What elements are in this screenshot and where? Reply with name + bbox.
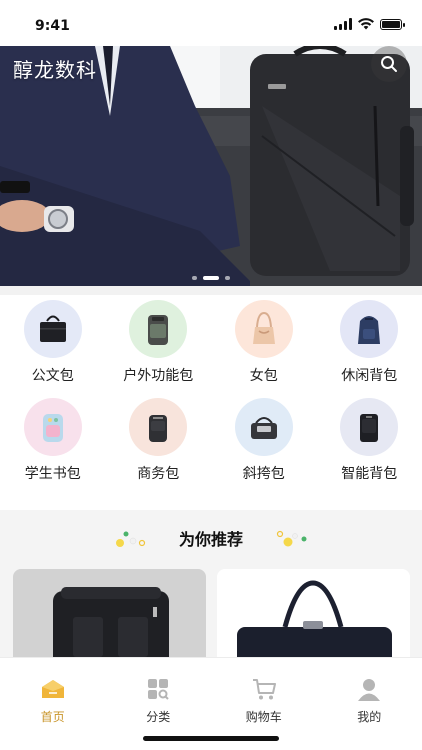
tab-label: 购物车 (245, 710, 282, 724)
banner-carousel[interactable]: 醇龙数科 (0, 46, 422, 286)
handbag-icon (234, 300, 293, 358)
casual-backpack-icon (340, 300, 399, 358)
carousel-dot[interactable] (192, 276, 197, 280)
brand-title: 醇龙数科 (13, 58, 97, 82)
briefcase-icon (23, 300, 82, 358)
tab-category[interactable]: 分类 (106, 676, 212, 725)
category-casual[interactable]: 休闲背包 (317, 300, 422, 386)
wifi-icon (358, 18, 374, 30)
category-label: 公文包 (31, 368, 74, 384)
category-crossbody[interactable]: 斜挎包 (211, 398, 317, 484)
school-bag-icon (23, 398, 82, 456)
tab-label: 首页 (40, 710, 65, 724)
category-smart[interactable]: 智能背包 (317, 398, 422, 484)
status-time: 9:41 (35, 18, 70, 34)
status-icons (334, 18, 405, 30)
recommend-title: 为你推荐 (178, 530, 243, 549)
cart-icon (251, 676, 277, 702)
smart-backpack-icon (340, 398, 399, 456)
battery-icon (380, 18, 405, 30)
home-icon (40, 676, 66, 702)
category-womens[interactable]: 女包 (211, 300, 317, 386)
crossbody-bag-icon (234, 398, 293, 456)
category-outdoor[interactable]: 户外功能包 (106, 300, 212, 386)
category-label: 女包 (249, 368, 278, 384)
status-bar: 9:41 (0, 0, 422, 46)
category-grid: 公文包 户外功能包 女包 休闲背包 学生书包 商务包 斜挎包 智能背包 (0, 300, 422, 484)
carousel-dot-active[interactable] (203, 276, 219, 280)
tab-label: 我的 (357, 710, 382, 724)
category-school[interactable]: 学生书包 (0, 398, 106, 484)
category-business[interactable]: 商务包 (106, 398, 212, 484)
category-icon (145, 676, 171, 702)
category-label: 学生书包 (24, 466, 81, 482)
carousel-dot[interactable] (225, 276, 230, 280)
tab-cart[interactable]: 购物车 (211, 676, 317, 725)
sparkle-decoration-icon (115, 531, 146, 547)
recommend-header: 为你推荐 (0, 526, 422, 550)
category-label: 休闲背包 (341, 368, 398, 384)
outdoor-backpack-icon (129, 300, 188, 358)
carousel-indicator (0, 276, 422, 280)
recommend-section: 为你推荐 (0, 510, 422, 679)
sparkle-decoration-icon (276, 530, 307, 547)
category-label: 斜挎包 (242, 466, 285, 482)
section-divider (0, 286, 422, 295)
tab-home[interactable]: 首页 (0, 676, 106, 725)
category-briefcase[interactable]: 公文包 (0, 300, 106, 386)
tab-bar: 首页 分类 购物车 我的 (0, 657, 422, 750)
signal-icon (334, 18, 352, 30)
category-label: 商务包 (137, 466, 180, 482)
category-label: 智能背包 (341, 466, 398, 482)
tab-profile[interactable]: 我的 (317, 676, 422, 725)
search-button[interactable] (371, 46, 407, 82)
business-bag-icon (129, 398, 188, 456)
profile-icon (356, 676, 382, 702)
home-indicator (143, 736, 279, 741)
search-icon (381, 56, 397, 72)
tab-label: 分类 (146, 710, 171, 724)
category-label: 户外功能包 (123, 368, 194, 384)
